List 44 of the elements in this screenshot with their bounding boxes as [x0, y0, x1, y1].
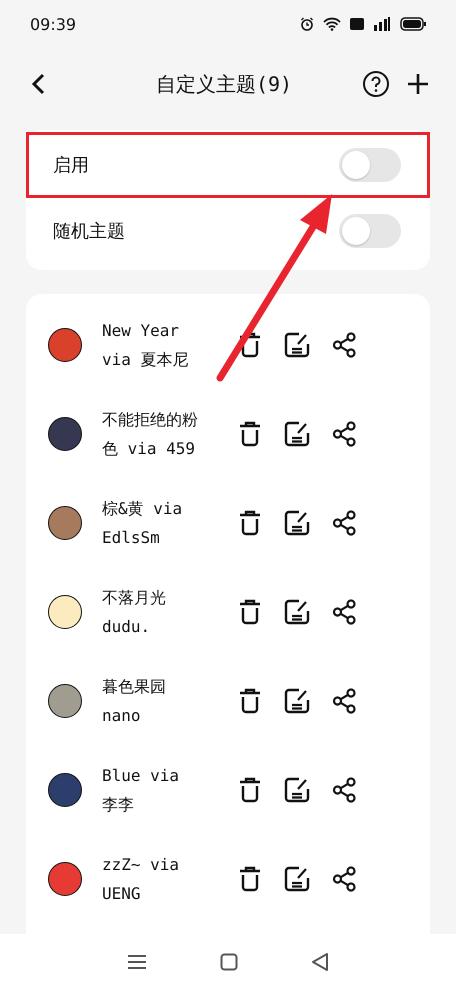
theme-name[interactable]: New Year via 夏本尼 — [102, 316, 202, 374]
trash-icon[interactable] — [238, 510, 262, 536]
home-icon[interactable] — [220, 953, 238, 971]
battery-icon — [400, 17, 426, 31]
setting-label: 随机主题 — [53, 220, 125, 243]
share-icon[interactable] — [332, 866, 358, 892]
alarm-icon — [300, 17, 314, 31]
theme-name[interactable]: zzZ~ via UENG — [102, 850, 202, 908]
edit-icon[interactable] — [284, 776, 310, 802]
edit-icon[interactable] — [284, 598, 310, 624]
back-triangle-icon[interactable] — [311, 952, 330, 972]
theme-name[interactable]: 不落月光 dudu. — [102, 582, 202, 640]
trash-icon[interactable] — [238, 866, 262, 892]
setting-label: 启用 — [53, 154, 89, 177]
trash-icon[interactable] — [238, 776, 262, 802]
theme-name[interactable]: 不能拒绝的粉色 via 459 — [102, 404, 202, 462]
edit-icon[interactable] — [284, 688, 310, 714]
signal-icon — [373, 17, 391, 31]
page-title: 自定义主题(9) — [154, 70, 294, 98]
toggle-switch[interactable] — [339, 214, 401, 248]
share-icon[interactable] — [332, 598, 358, 624]
theme-name[interactable]: 棕&黄 via EdlsSm — [102, 494, 202, 552]
edit-icon[interactable] — [284, 420, 310, 446]
edit-icon[interactable] — [284, 510, 310, 536]
share-icon[interactable] — [332, 510, 358, 536]
back-icon[interactable] — [30, 72, 46, 96]
menu-icon[interactable] — [126, 954, 147, 970]
toggle-switch[interactable] — [339, 148, 401, 182]
share-icon[interactable] — [332, 688, 358, 714]
edit-icon[interactable] — [284, 866, 310, 892]
theme-name[interactable]: 暮色果园 nano — [102, 672, 202, 730]
share-icon[interactable] — [332, 776, 358, 802]
share-icon[interactable] — [332, 420, 358, 446]
status-time: 09:39 — [30, 14, 76, 34]
trash-icon[interactable] — [238, 420, 262, 446]
add-icon[interactable] — [406, 72, 430, 96]
help-icon[interactable] — [362, 70, 390, 98]
trash-icon[interactable] — [238, 688, 262, 714]
trash-icon[interactable] — [238, 332, 262, 358]
edit-icon[interactable] — [284, 332, 310, 358]
trash-icon[interactable] — [238, 598, 262, 624]
theme-name[interactable]: Blue via 李李 — [102, 760, 202, 818]
share-icon[interactable] — [332, 332, 358, 358]
wifi-icon — [323, 17, 341, 31]
